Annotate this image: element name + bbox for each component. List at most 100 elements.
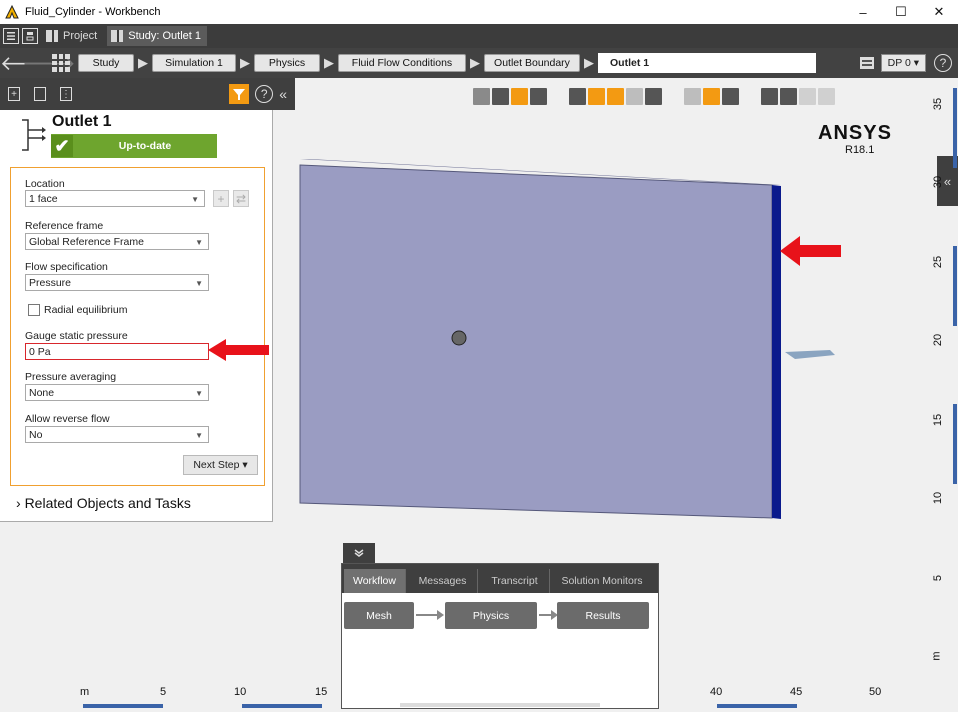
- gauge-pressure-label: Gauge static pressure: [25, 330, 128, 342]
- radial-equilibrium-checkbox[interactable]: [28, 304, 40, 316]
- reverse-flow-value: No: [29, 428, 43, 441]
- crumb-fluid-flow-conditions[interactable]: Fluid Flow Conditions: [338, 54, 466, 72]
- reference-frame-label: Reference frame: [25, 220, 104, 232]
- bottom-tabs: Workflow Messages Transcript Solution Mo…: [342, 564, 658, 593]
- chevron-right-icon: ›: [16, 495, 21, 511]
- pressure-averaging-value: None: [29, 386, 55, 399]
- study-icon: [111, 30, 124, 42]
- crumb-outlet-boundary[interactable]: Outlet Boundary: [484, 54, 580, 72]
- status-badge: ✔ Up-to-date: [51, 134, 217, 158]
- chevron-down-icon: ▼: [195, 389, 203, 398]
- grid-icon[interactable]: [52, 54, 70, 72]
- tab-study-label: Study: Outlet 1: [128, 30, 202, 42]
- design-point-dropdown[interactable]: DP 0 ▾: [880, 54, 926, 72]
- outlet-form: Location 1 face ▼ + ⇄ Reference frame Gl…: [10, 167, 265, 486]
- project-icon: [46, 30, 58, 42]
- tab-messages[interactable]: Messages: [408, 569, 478, 593]
- workflow-physics[interactable]: Physics: [445, 602, 537, 629]
- ruler-label: m: [80, 686, 90, 698]
- panel-title: Outlet 1: [52, 113, 112, 130]
- crumb-physics[interactable]: Physics: [254, 54, 320, 72]
- reference-frame-select[interactable]: Global Reference Frame ▼: [25, 233, 209, 250]
- crumb-study[interactable]: Study: [78, 54, 134, 72]
- gauge-pressure-input[interactable]: 0 Pa: [25, 343, 209, 360]
- close-button[interactable]: ✕: [920, 0, 958, 24]
- save-icon[interactable]: [22, 28, 38, 44]
- ruler-label: 15: [932, 413, 945, 427]
- location-label: Location: [25, 178, 65, 190]
- workflow-results[interactable]: Results: [557, 602, 649, 629]
- ruler-label: 10: [234, 686, 247, 698]
- flow-spec-label: Flow specification: [25, 261, 108, 273]
- pressure-averaging-label: Pressure averaging: [25, 371, 117, 383]
- swap-location-button[interactable]: ⇄: [233, 190, 249, 207]
- outlet-boundary-icon: [22, 119, 46, 151]
- ruler-label: 5: [160, 686, 167, 698]
- related-objects-label: Related Objects and Tasks: [24, 495, 191, 511]
- tab-solution-monitors[interactable]: Solution Monitors: [552, 569, 652, 593]
- ruler-label: 45: [790, 686, 803, 698]
- crumb-separator-icon: ▶: [470, 55, 480, 70]
- window-title: Fluid_Cylinder - Workbench: [25, 6, 161, 18]
- maximize-button[interactable]: ☐: [882, 0, 920, 24]
- crumb-separator-icon: ▶: [324, 55, 334, 70]
- crumb-current: Outlet 1: [598, 53, 816, 73]
- tab-project-label: Project: [63, 30, 98, 42]
- annotation-arrow-icon: [780, 236, 841, 266]
- properties-panel: Outlet 1 ✔ Up-to-date Location 1 face ▼ …: [0, 110, 273, 522]
- minimize-button[interactable]: –: [844, 0, 882, 24]
- workflow-mesh[interactable]: Mesh: [344, 602, 414, 629]
- checkmark-icon: ✔: [51, 135, 73, 157]
- ansys-logo-icon: [5, 5, 19, 19]
- flow-spec-select[interactable]: Pressure ▼: [25, 274, 209, 291]
- annotation-arrow-icon: [208, 339, 269, 361]
- tab-transcript[interactable]: Transcript: [480, 569, 550, 593]
- chevron-down-icon: ▼: [195, 238, 203, 247]
- forward-arrow-icon[interactable]: 🡒: [22, 51, 76, 76]
- location-value: 1 face: [29, 192, 58, 205]
- menu-icon[interactable]: [3, 28, 19, 44]
- ruler-label: 30: [932, 175, 945, 189]
- location-select[interactable]: 1 face ▼: [25, 190, 205, 207]
- crumb-separator-icon: ▶: [138, 55, 148, 70]
- ruler-label: 50: [869, 686, 882, 698]
- radial-equilibrium-label: Radial equilibrium: [44, 304, 128, 316]
- crumb-separator-icon: ▶: [240, 55, 250, 70]
- chevron-down-icon: ▼: [195, 279, 203, 288]
- status-label: Up-to-date: [118, 140, 172, 152]
- reverse-flow-select[interactable]: No ▼: [25, 426, 209, 443]
- ruler-label: 15: [315, 686, 328, 698]
- collapse-panel-icon[interactable]: «: [279, 86, 287, 102]
- tab-study-outlet[interactable]: Study: Outlet 1: [107, 26, 208, 46]
- chevron-down-icon: ▼: [195, 431, 203, 440]
- flow-spec-value: Pressure: [29, 276, 72, 289]
- design-points-icon[interactable]: [859, 55, 875, 71]
- gauge-pressure-value: 0 Pa: [29, 345, 51, 358]
- next-step-button[interactable]: Next Step ▾: [183, 455, 258, 475]
- pressure-averaging-select[interactable]: None ▼: [25, 384, 209, 401]
- arrow-icon: [416, 610, 444, 620]
- tab-workflow[interactable]: Workflow: [344, 569, 406, 593]
- bottom-panel: Workflow Messages Transcript Solution Mo…: [341, 563, 659, 709]
- ruler-label: 20: [932, 333, 945, 347]
- crumb-simulation[interactable]: Simulation 1: [152, 54, 236, 72]
- breadcrumb: 🡐 🡒 Study ▶ Simulation 1 ▶ Physics ▶ Flu…: [0, 48, 958, 78]
- horizontal-scrollbar[interactable]: [400, 703, 600, 707]
- ruler-label: 40: [710, 686, 723, 698]
- filter-icon[interactable]: [229, 84, 250, 104]
- reference-frame-value: Global Reference Frame: [29, 235, 144, 248]
- tab-bar: Project Study: Outlet 1: [0, 24, 958, 48]
- bottom-panel-collapse-button[interactable]: [343, 543, 375, 563]
- add-icon[interactable]: +: [8, 87, 20, 101]
- back-arrow-icon[interactable]: 🡐: [0, 51, 54, 76]
- tab-project[interactable]: Project: [42, 26, 103, 46]
- copy-icon[interactable]: [34, 87, 46, 101]
- ruler-label: 25: [932, 255, 945, 269]
- add-location-button[interactable]: +: [213, 190, 229, 207]
- chevron-down-icon: [354, 549, 364, 557]
- related-objects-toggle[interactable]: › Related Objects and Tasks: [16, 495, 191, 511]
- chevron-down-icon: ▼: [191, 195, 199, 204]
- panel-help-button[interactable]: ?: [255, 85, 274, 103]
- help-button[interactable]: ?: [934, 54, 952, 72]
- delete-icon[interactable]: ⋮: [60, 87, 72, 101]
